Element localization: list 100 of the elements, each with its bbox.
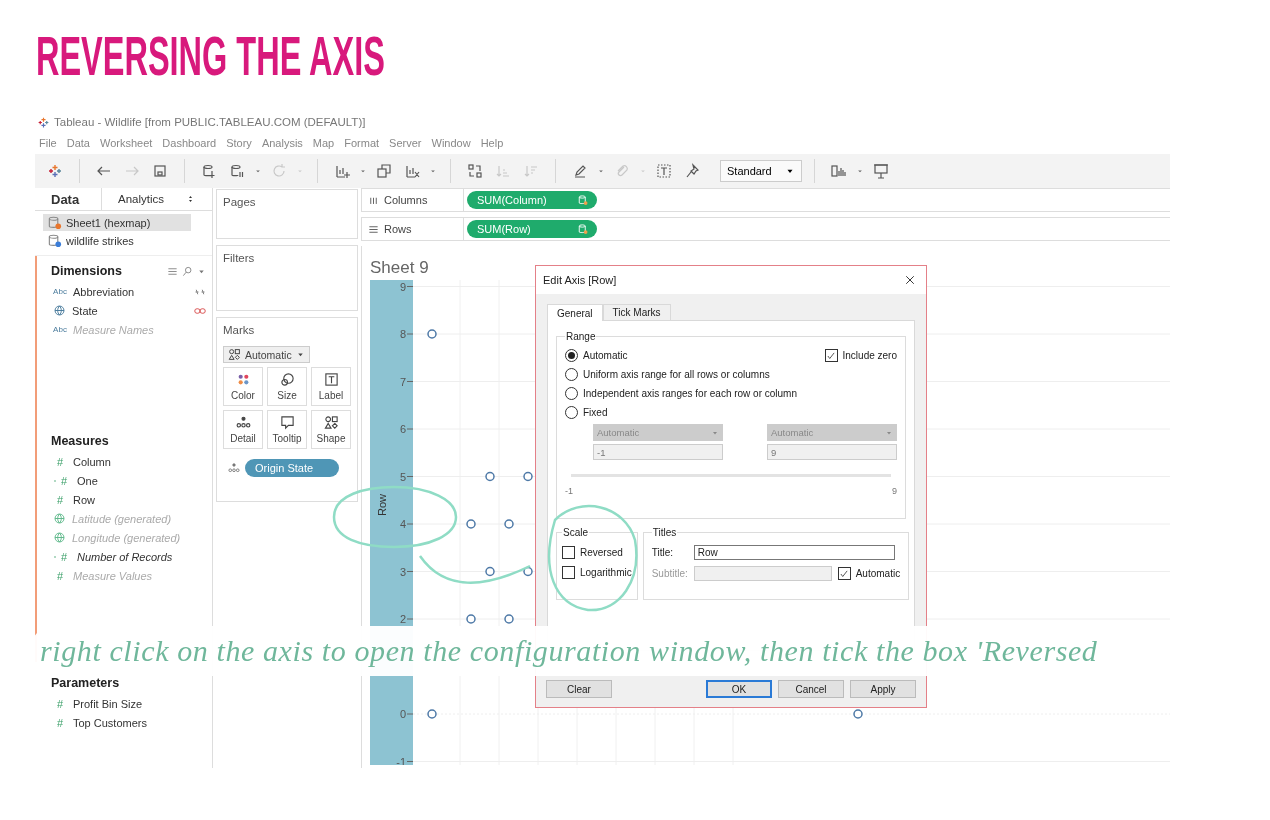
highlight-pen-icon[interactable] [572,163,588,179]
menu-item[interactable]: Worksheet [100,137,153,149]
checkbox-label[interactable]: Automatic [855,568,901,579]
checkbox[interactable] [824,349,838,362]
clear-sheet-icon[interactable] [404,163,420,179]
data-point [485,471,495,482]
group-label: Titles [651,527,678,538]
slider-min-label: -1 [565,486,573,496]
radio-button[interactable] [565,368,578,381]
marks-color-button[interactable]: Color [223,367,263,406]
field-item[interactable]: Top Customers [73,716,212,729]
presentation-icon[interactable] [873,163,889,179]
dialog-button[interactable]: Apply [850,680,916,698]
logo-icon[interactable] [47,163,63,179]
card-title: Filters [223,252,256,264]
checkbox-label[interactable]: Reversed [580,546,623,558]
field-item[interactable]: Abbreviation [73,285,188,298]
field-type-label: # [59,550,69,563]
radio-label[interactable]: Fixed [583,407,608,418]
dialog-button[interactable]: Cancel [778,680,844,698]
section-heading: Dimensions [51,264,122,278]
field-item[interactable]: One [77,474,212,487]
speech-bubble-icon [279,415,295,430]
shelf-label: Columns [384,194,428,206]
field-type-label: # [55,455,65,468]
data-point [523,566,533,577]
pin-icon[interactable] [684,163,700,179]
menu-item[interactable]: Map [312,137,335,149]
data-point [504,614,514,624]
checkbox[interactable] [562,565,575,579]
marks-detail-button[interactable]: Detail [223,410,263,449]
save-icon[interactable] [152,163,168,179]
radio-label[interactable]: Automatic [583,350,628,361]
marks-tooltip-button[interactable]: Tooltip [267,410,307,449]
add-data-source-icon[interactable] [201,163,217,179]
axis-title: Row [376,494,388,516]
dialog-button[interactable]: Clear [546,680,612,698]
field-item[interactable]: Row [73,493,212,506]
field-item[interactable]: State [72,304,188,317]
search-icon[interactable] [182,265,193,277]
menu-item[interactable]: Analysis [261,137,303,149]
field-type-label: # [55,716,65,729]
menu-item[interactable]: Data [66,137,90,149]
data-point [523,471,533,482]
field-item[interactable]: Column [73,455,212,468]
axis-tick-label: 3 [399,565,406,578]
section-heading: Measures [51,434,109,448]
text-box-icon[interactable] [656,163,672,179]
marks-shape-button[interactable]: Shape [311,410,351,449]
rows-icon [368,223,379,235]
database-icon [577,223,589,235]
menu-item[interactable]: Window [431,137,471,149]
axis-tick-label: -1 [396,755,406,765]
checkbox-label[interactable]: Include zero [842,350,897,361]
data-source-item[interactable]: wildlife strikes [43,232,191,249]
duplicate-icon[interactable] [376,163,392,179]
close-icon[interactable] [904,274,916,286]
list-view-icon[interactable] [167,265,178,277]
view-size-dropdown[interactable]: Standard [720,160,802,182]
data-point [427,709,437,719]
field-item[interactable]: Number of Records [77,550,212,563]
radio-button[interactable] [565,387,578,400]
field-type-label: # [59,474,69,487]
marks-label-button[interactable]: Label [311,367,351,406]
axis-tick-label: 9 [399,280,406,293]
menu-item[interactable]: Help [480,137,504,149]
dialog-tab[interactable]: Tick Marks [602,304,671,320]
subtitle-input[interactable] [693,566,832,581]
radio-button[interactable] [565,349,578,362]
pause-data-icon[interactable] [229,163,245,179]
page-heading: REVERSING THE AXIS [36,28,385,84]
checkbox-label[interactable]: Logarithmic [580,566,632,578]
radio-button[interactable] [565,406,578,419]
caret-icon [295,350,305,359]
field-item[interactable]: Profit Bin Size [73,697,212,710]
menu-item[interactable]: Server [389,137,422,149]
database-icon [577,194,589,206]
menu-item[interactable]: Story [226,137,252,149]
radio-label[interactable]: Independent axis ranges for each row or column [583,388,797,399]
field-type-label: # [55,697,65,710]
field-label: Title: [651,547,674,558]
title-input[interactable]: Row [693,545,895,560]
menu-item[interactable]: File [39,137,57,149]
shelf-label: Rows [384,223,412,235]
marks-size-button[interactable]: Size [267,367,307,406]
menu-item[interactable]: Format [344,137,380,149]
field-type-label: # [55,569,65,582]
mark-type-dropdown[interactable]: Automatic [223,346,310,363]
show-me-icon[interactable] [831,163,847,179]
dialog-tab[interactable]: General [547,304,603,321]
new-sheet-icon[interactable] [334,163,350,179]
checkbox[interactable] [837,567,851,580]
menu-item[interactable]: Dashboard [162,137,217,149]
checkbox[interactable] [562,545,575,559]
checkmark-icon [826,350,836,361]
checkmark-icon [839,568,850,579]
dialog-button[interactable]: OK [706,680,772,698]
radio-label[interactable]: Uniform axis range for all rows or columns [583,369,770,380]
data-source-item[interactable]: Sheet1 (hexmap) [43,214,191,231]
swap-icon[interactable] [467,163,483,179]
